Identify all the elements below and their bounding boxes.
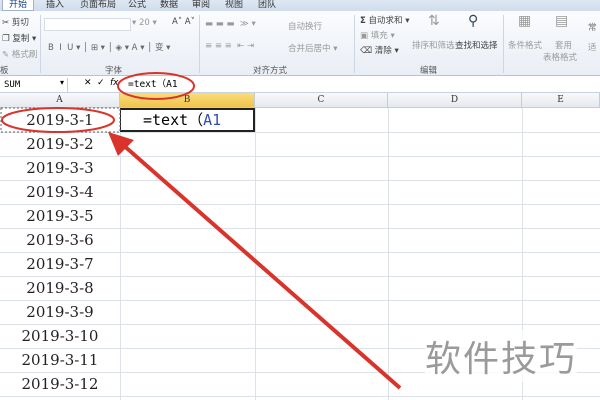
highlight-ellipse-formula — [117, 72, 195, 100]
arrow-line — [120, 142, 402, 390]
annotation-overlay — [0, 72, 402, 390]
highlight-ellipse-a1 — [1, 107, 115, 133]
